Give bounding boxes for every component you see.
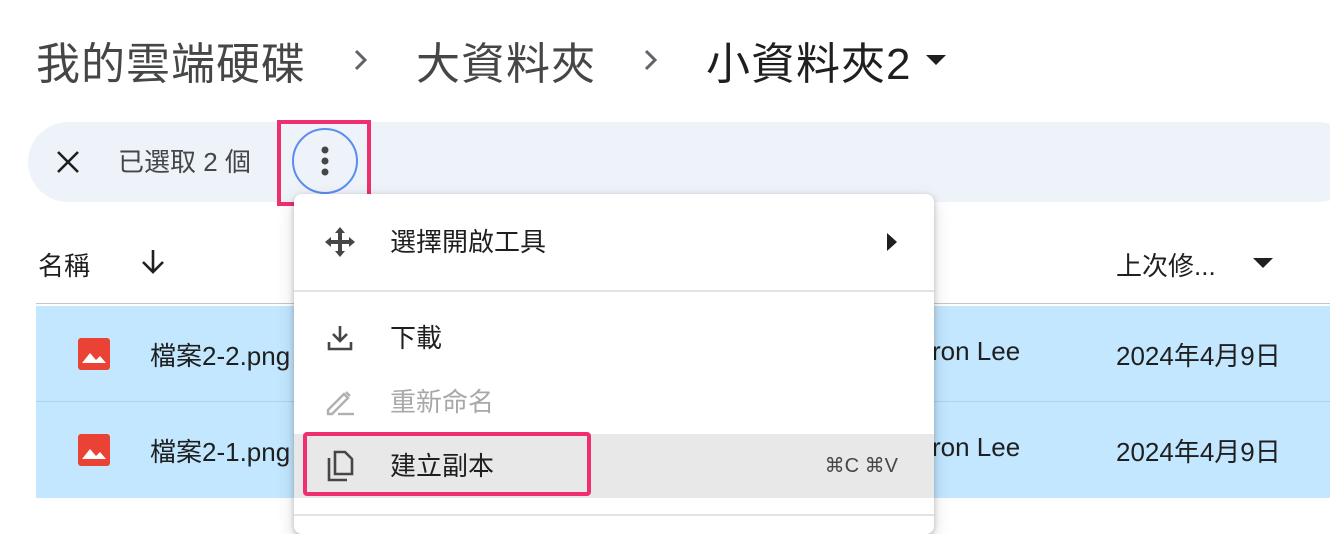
menu-divider <box>294 514 934 516</box>
breadcrumb-big-folder[interactable]: 大資料夾 <box>416 28 596 92</box>
caret-down-icon[interactable] <box>1252 256 1274 274</box>
selection-count: 已選取 2 個 <box>118 147 251 177</box>
menu-item-rename: 重新命名 <box>294 370 934 434</box>
breadcrumb-my-drive[interactable]: 我的雲端硬碟 <box>36 28 306 92</box>
menu-item-download[interactable]: 下載 <box>294 306 934 370</box>
file-owner: ron Lee <box>932 336 1021 366</box>
open-with-icon <box>322 224 358 260</box>
image-file-icon <box>78 434 110 466</box>
download-icon <box>322 320 358 356</box>
column-header-modified[interactable]: 上次修... <box>1116 246 1216 283</box>
sort-arrow-down-icon[interactable] <box>140 248 166 281</box>
chevron-right-icon <box>306 48 416 72</box>
file-owner: ron Lee <box>932 432 1021 462</box>
image-file-icon <box>78 338 110 370</box>
menu-item-label: 重新命名 <box>390 387 495 417</box>
column-header-name[interactable]: 名稱 <box>38 246 90 283</box>
file-name: 檔案2-2.png <box>150 341 291 371</box>
menu-item-label: 下載 <box>390 323 443 353</box>
file-modified: 2024年4月9日 <box>1116 341 1281 371</box>
menu-item-open-with[interactable]: 選擇開啟工具 <box>294 210 934 274</box>
make-copy-highlight <box>303 432 591 496</box>
caret-down-icon[interactable] <box>925 54 947 66</box>
file-name: 檔案2-1.png <box>150 437 291 467</box>
submenu-arrow-icon <box>886 232 898 257</box>
keyboard-shortcut: ⌘C ⌘V <box>824 455 898 477</box>
breadcrumb: 我的雲端硬碟 大資料夾 小資料夾2 <box>36 28 947 92</box>
file-modified: 2024年4月9日 <box>1116 437 1281 467</box>
rename-icon <box>322 384 358 420</box>
close-icon[interactable] <box>50 142 86 182</box>
chevron-right-icon <box>596 48 706 72</box>
menu-item-label: 選擇開啟工具 <box>390 227 547 257</box>
menu-divider <box>294 290 934 292</box>
breadcrumb-current-folder[interactable]: 小資料夾2 <box>706 28 911 92</box>
